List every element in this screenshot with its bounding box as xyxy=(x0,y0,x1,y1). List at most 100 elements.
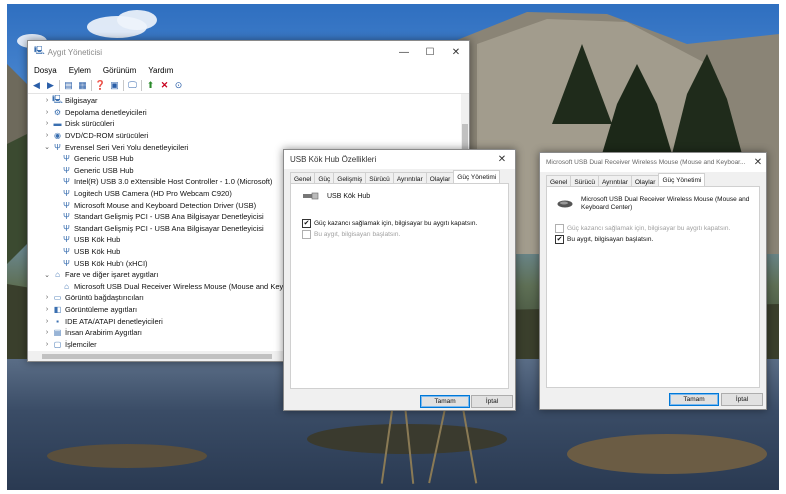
chevron-down-icon[interactable]: ⌄ xyxy=(42,143,52,151)
device-manager-app-icon: 🖳 xyxy=(34,46,45,55)
hid-icon: ▤ xyxy=(53,328,62,338)
allow-turn-off-label: Güç kazancı sağlamak için, bilgisayar bu… xyxy=(314,220,478,227)
usb-icon: Ψ xyxy=(63,165,70,175)
tree-item-label: USB Kök Hub xyxy=(74,247,121,257)
dialog-titlebar[interactable]: USB Kök Hub Özellikleri ✕ xyxy=(284,150,515,169)
menu-item-yardim[interactable]: Yardım xyxy=(142,66,179,75)
chevron-right-icon[interactable]: › xyxy=(42,109,52,116)
allow-wake-checkbox[interactable]: ✔ Bu aygıt, bilgisayarı başlatsın. xyxy=(555,235,653,244)
chevron-right-icon[interactable]: › xyxy=(42,294,52,301)
tree-item-label: USB Kök Hub xyxy=(74,235,121,245)
tree-item-label: Evrensel Seri Veri Yolu denetleyicileri xyxy=(65,142,189,152)
tree-item-label: Intel(R) USB 3.0 eXtensible Host Control… xyxy=(74,177,273,187)
ide-controller-icon: ▪ xyxy=(56,316,59,326)
tree-item-label: Depolama denetleyicileri xyxy=(65,107,147,117)
ok-button[interactable]: Tamam xyxy=(420,395,470,408)
tree-item-label: Görüntü bağdaştırıcıları xyxy=(65,293,144,303)
scroll-thumb[interactable] xyxy=(42,354,272,359)
tree-category[interactable]: › ▬ Disk sürücüleri xyxy=(28,118,461,130)
menu-item-dosya[interactable]: Dosya xyxy=(28,66,63,75)
toolbar-separator xyxy=(141,79,142,91)
scan-hardware-icon[interactable]: 🖵 xyxy=(127,80,138,91)
disk-drive-icon: ▬ xyxy=(53,119,62,129)
close-button[interactable]: ✕ xyxy=(443,41,469,63)
uninstall-device-icon[interactable]: ✕ xyxy=(159,80,170,91)
usb-connector-icon xyxy=(303,192,319,200)
allow-turn-off-checkbox[interactable]: Güç kazancı sağlamak için, bilgisayar bu… xyxy=(555,224,730,233)
tree-item-label: Disk sürücüleri xyxy=(65,119,115,129)
usb-icon: Ψ xyxy=(63,258,70,268)
chevron-right-icon[interactable]: › xyxy=(42,329,52,336)
properties-icon[interactable]: ▣ xyxy=(109,80,120,91)
device-header: USB Kök Hub xyxy=(303,192,370,200)
computer-icon: 🖳 xyxy=(52,94,63,104)
mouse-icon xyxy=(557,200,573,208)
dvd-drive-icon: ◉ xyxy=(54,131,61,141)
usb-icon: Ψ xyxy=(63,235,70,245)
chevron-right-icon[interactable]: › xyxy=(42,306,52,313)
checkbox-unchecked-icon xyxy=(302,230,311,239)
tree-category[interactable]: › ⚙ Depolama denetleyicileri xyxy=(28,107,461,119)
allow-wake-checkbox[interactable]: Bu aygıt, bilgisayarı başlatsın. xyxy=(302,230,400,239)
chevron-right-icon[interactable]: › xyxy=(42,341,52,348)
device-header: Microsoft USB Dual Receiver Wireless Mou… xyxy=(557,196,749,212)
forward-arrow-icon[interactable]: ▶ xyxy=(45,80,56,91)
tree-category[interactable]: › ◉ DVD/CD-ROM sürücüleri xyxy=(28,130,461,142)
device-name-line-1: Microsoft USB Dual Receiver Wireless Mou… xyxy=(581,196,750,203)
processor-icon: ▢ xyxy=(53,339,62,349)
device-name: USB Kök Hub xyxy=(327,192,371,200)
tree-item-label: IDE ATA/ATAPI denetleyicileri xyxy=(65,316,163,326)
power-management-panel: Microsoft USB Dual Receiver Wireless Mou… xyxy=(546,186,760,388)
dialog-title: Microsoft USB Dual Receiver Wireless Mou… xyxy=(546,159,746,166)
device-manager-titlebar[interactable]: 🖳 Aygıt Yöneticisi — ☐ ✕ xyxy=(28,41,469,63)
back-arrow-icon[interactable]: ◀ xyxy=(31,80,42,91)
checkbox-checked-icon: ✔ xyxy=(302,219,311,228)
usb-icon: Ψ xyxy=(63,200,70,210)
maximize-button[interactable]: ☐ xyxy=(417,41,443,63)
usb-icon: Ψ xyxy=(63,223,70,233)
toolbar-separator xyxy=(123,79,124,91)
chevron-right-icon[interactable]: › xyxy=(42,120,52,127)
checkbox-checked-icon: ✔ xyxy=(555,235,564,244)
allow-turn-off-checkbox[interactable]: ✔ Güç kazancı sağlamak için, bilgisayar … xyxy=(302,219,477,228)
cancel-button[interactable]: İptal xyxy=(721,393,763,406)
tree-item-label: Generic USB Hub xyxy=(74,165,134,175)
window-title: Aygıt Yöneticisi xyxy=(47,47,103,57)
properties-list-icon[interactable]: ▦ xyxy=(77,80,88,91)
tree-category[interactable]: › 🖳 Bilgisayar xyxy=(28,95,461,107)
chevron-down-icon[interactable]: ⌄ xyxy=(42,271,52,279)
chevron-right-icon[interactable]: › xyxy=(42,97,52,104)
tree-item-label: Microsoft Mouse and Keyboard Detection D… xyxy=(74,200,257,210)
usb-root-hub-properties-dialog: USB Kök Hub Özellikleri ✕ Genel Güç Geli… xyxy=(283,149,516,411)
update-driver-icon[interactable]: ⬆ xyxy=(145,80,156,91)
toolbar: ◀ ▶ ▤ ▦ ❓ ▣ 🖵 ⬆ ✕ ⊙ xyxy=(28,77,469,94)
minimize-button[interactable]: — xyxy=(391,41,417,63)
close-button[interactable]: ✕ xyxy=(750,153,766,172)
ok-button[interactable]: Tamam xyxy=(669,393,719,406)
close-button[interactable]: ✕ xyxy=(489,150,515,169)
tree-item-label: USB Kök Hub'ı (xHCI) xyxy=(74,258,148,268)
tree-item-label: Görüntüleme aygıtları xyxy=(65,304,138,314)
chevron-right-icon[interactable]: › xyxy=(42,132,52,139)
power-management-panel: USB Kök Hub ✔ Güç kazancı sağlamak için,… xyxy=(290,183,509,389)
toolbar-separator xyxy=(59,79,60,91)
usb-icon: Ψ xyxy=(63,154,70,164)
toolbar-separator xyxy=(91,79,92,91)
shore-rocks xyxy=(47,444,207,468)
menu-item-gorunum[interactable]: Görünüm xyxy=(97,66,142,75)
tree-item-label: Bilgisayar xyxy=(65,96,98,106)
dialog-titlebar[interactable]: Microsoft USB Dual Receiver Wireless Mou… xyxy=(540,153,766,172)
chevron-right-icon[interactable]: › xyxy=(42,318,52,325)
storage-controller-icon: ⚙ xyxy=(53,107,62,117)
help-icon[interactable]: ❓ xyxy=(95,80,106,91)
tree-item-label: İnsan Arabirim Aygıtları xyxy=(65,328,142,338)
imaging-device-icon: ◧ xyxy=(53,304,62,314)
allow-turn-off-label: Güç kazancı sağlamak için, bilgisayar bu… xyxy=(567,225,731,232)
disable-device-icon[interactable]: ⊙ xyxy=(173,80,184,91)
allow-wake-label: Bu aygıt, bilgisayarı başlatsın. xyxy=(567,236,654,243)
menu-item-eylem[interactable]: Eylem xyxy=(63,66,97,75)
cancel-button[interactable]: İptal xyxy=(471,395,513,408)
usb-icon: Ψ xyxy=(63,189,70,199)
show-hide-tree-icon[interactable]: ▤ xyxy=(63,80,74,91)
tree-item-label: Generic USB Hub xyxy=(74,154,134,164)
